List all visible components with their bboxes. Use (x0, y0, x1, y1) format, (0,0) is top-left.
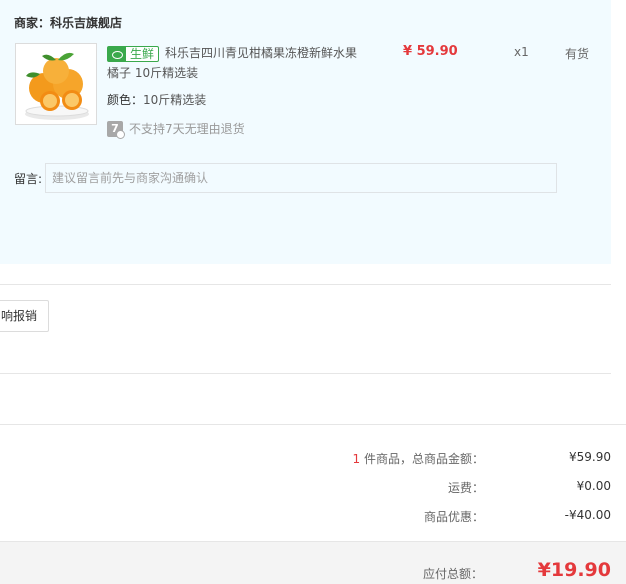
divider (0, 424, 626, 425)
product-quantity: x1 (514, 45, 529, 59)
divider (0, 284, 611, 285)
no-return-notice: 7 不支持7天无理由退货 (107, 120, 245, 139)
summary-items-label: 1 件商品，总商品金额： (353, 450, 484, 467)
divider (0, 373, 611, 374)
product-price: ¥ 59.90 (403, 44, 458, 59)
total-value: ¥19.90 (537, 559, 611, 581)
items-label-text: 件商品，总商品金额： (360, 452, 484, 466)
fresh-tag-label: 生鲜 (130, 46, 155, 61)
discount-value: -¥40.00 (564, 508, 611, 522)
product-color-value: 10斤精选装 (143, 93, 207, 107)
product-color: 颜色：10斤精选装 (107, 91, 206, 108)
stock-status: 有货 (565, 47, 590, 61)
summary-items-value: ¥59.90 (569, 450, 611, 464)
total-label: 应付总额： (422, 567, 483, 581)
shop-order-block: 商家：科乐吉旗舰店 生鲜 科乐吉四川青见柑橘果冻橙新鲜水果橘子 10斤精选装 颜色… (0, 0, 611, 264)
no-return-text: 不支持7天无理由退货 (129, 122, 245, 136)
remark-label: 留言: (14, 172, 43, 186)
shipping-value: ¥0.00 (576, 479, 611, 493)
oranges-image (25, 52, 89, 120)
no-return-icon: 7 (107, 120, 125, 139)
total-bar: 应付总额： ¥19.90 (0, 541, 626, 584)
product-thumbnail[interactable] (15, 43, 97, 125)
fresh-tag: 生鲜 (107, 45, 160, 62)
product-color-label: 颜色： (107, 93, 144, 107)
invoice-reimburse-button[interactable]: 响报销 (0, 300, 49, 332)
fish-icon (108, 46, 126, 61)
shop-label: 商家： (14, 16, 51, 30)
discount-label: 商品优惠： (423, 510, 484, 524)
remark-input[interactable] (45, 163, 557, 193)
shipping-label: 运费： (447, 481, 484, 495)
shop-name[interactable]: 科乐吉旗舰店 (50, 16, 122, 30)
shop-title: 商家：科乐吉旗舰店 (14, 14, 122, 31)
product-name[interactable]: 生鲜 科乐吉四川青见柑橘果冻橙新鲜水果橘子 10斤精选装 (107, 43, 369, 83)
